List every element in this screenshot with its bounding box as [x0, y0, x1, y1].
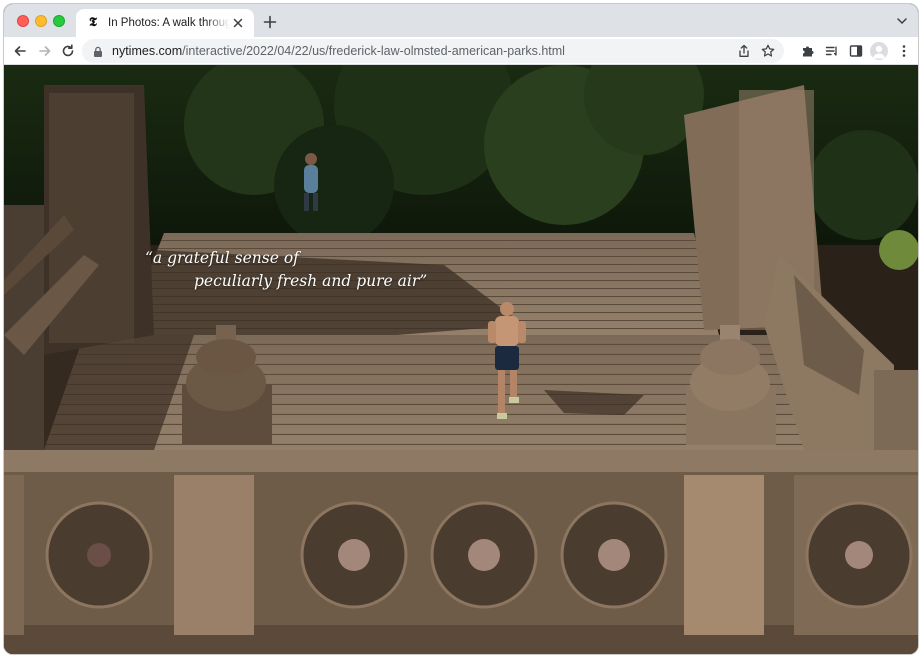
back-arrow-icon[interactable] [10, 41, 30, 61]
article-photo: “a grateful sense of peculiarly fresh an… [4, 65, 918, 654]
close-window-button[interactable] [17, 15, 29, 27]
close-icon[interactable] [230, 15, 246, 31]
tab-strip: 𝕿 In Photos: A walk through Frederick La… [4, 4, 918, 37]
reload-icon[interactable] [58, 41, 78, 61]
nyt-favicon-icon: 𝕿 [89, 15, 97, 30]
tab-active[interactable]: 𝕿 In Photos: A walk through Frederick La… [76, 9, 254, 37]
more-menu-icon[interactable] [896, 43, 912, 59]
forward-arrow-icon[interactable] [35, 41, 55, 61]
chevron-down-icon[interactable] [894, 13, 910, 29]
bookmark-star-icon[interactable] [760, 43, 776, 59]
browser-toolbar: nytimes.com/interactive/2022/04/22/us/fr… [4, 37, 918, 65]
side-panel-icon[interactable] [848, 43, 864, 59]
minimize-window-button[interactable] [35, 15, 47, 27]
browser-window: 𝕿 In Photos: A walk through Frederick La… [3, 3, 919, 655]
photo-stairway-illustration [4, 65, 918, 654]
share-icon[interactable] [736, 43, 752, 59]
pull-quote-line-2: peculiarly fresh and pure air” [194, 272, 428, 290]
zoom-window-button[interactable] [53, 15, 65, 27]
profile-avatar[interactable] [870, 42, 888, 60]
reading-list-icon[interactable] [824, 43, 840, 59]
url-text[interactable]: nytimes.com/interactive/2022/04/22/us/fr… [112, 44, 565, 58]
plus-icon[interactable] [260, 12, 280, 32]
omnibox-actions [736, 43, 776, 59]
pull-quote-line-1: “a grateful sense of [145, 249, 299, 267]
lock-icon[interactable] [92, 45, 104, 57]
extensions-puzzle-icon[interactable] [800, 43, 816, 59]
tab-title: In Photos: A walk through Frederick Law … [108, 17, 230, 29]
address-bar[interactable]: nytimes.com/interactive/2022/04/22/us/fr… [82, 39, 784, 63]
